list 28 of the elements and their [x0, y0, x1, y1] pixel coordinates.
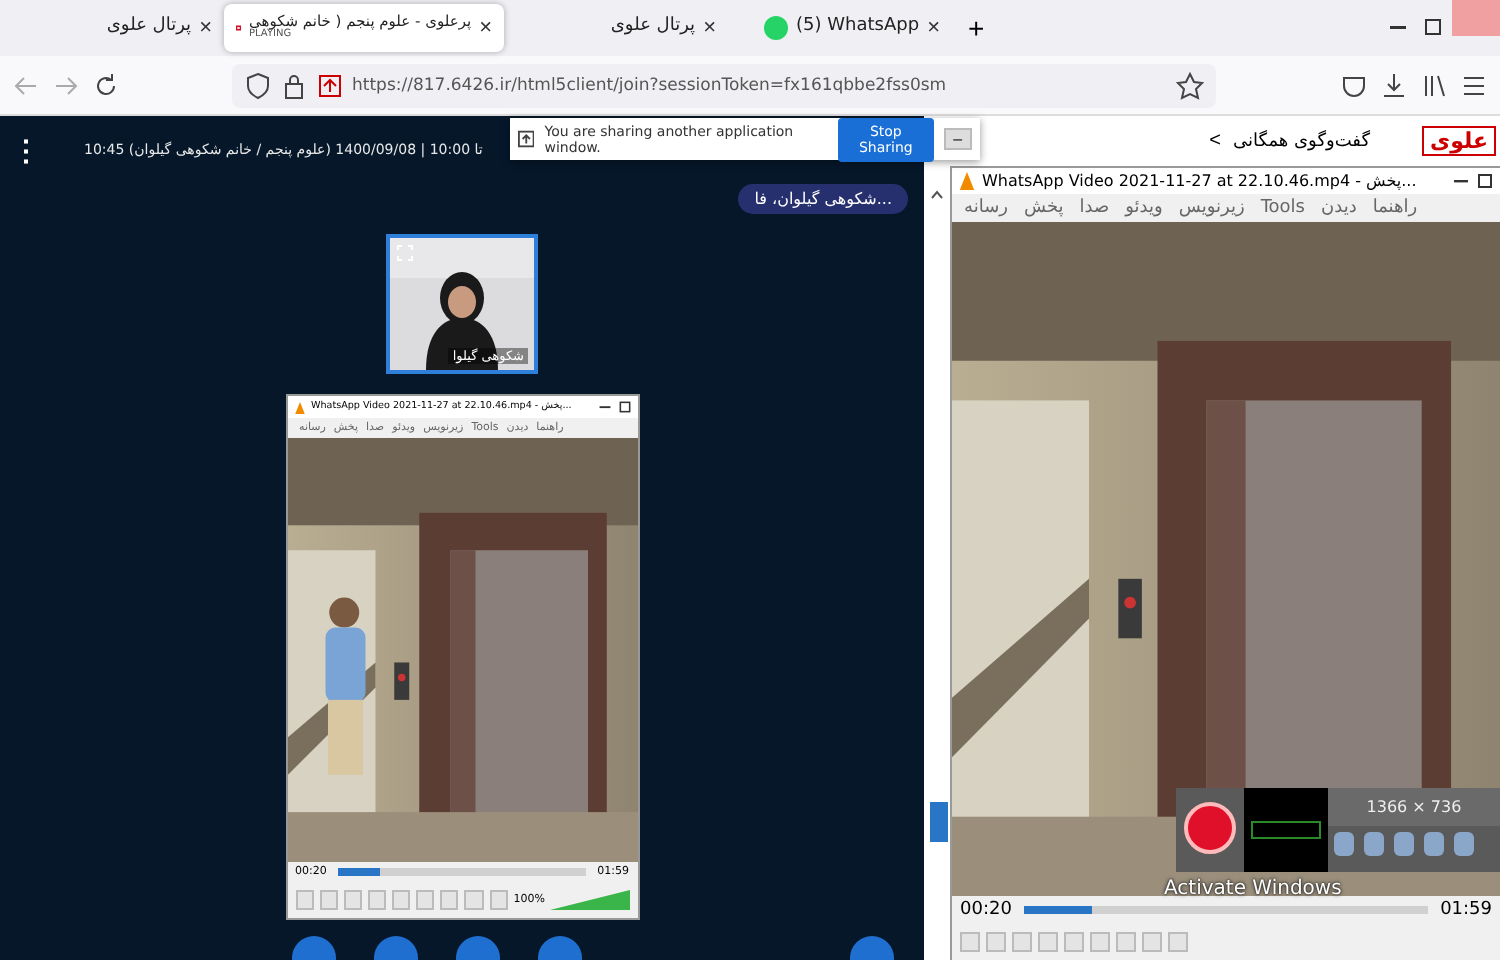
talking-indicator: شکوهی گیلوان، فا...: [738, 184, 908, 214]
player-title: WhatsApp Video 2021-11-27 at 22.10.46.mp4 - پخش...: [982, 172, 1419, 190]
menu-item[interactable]: ویدئو: [1125, 198, 1163, 218]
menu-item[interactable]: زیرنویس: [1178, 198, 1245, 218]
menu-item[interactable]: صدا: [1079, 198, 1110, 218]
menu-item[interactable]: رسانه: [964, 198, 1008, 218]
total-time: 01:59: [1440, 900, 1492, 920]
elapsed-time: 00:20: [960, 900, 1012, 920]
menu-item[interactable]: Tools: [1260, 198, 1305, 218]
resolution-text: 1366 × 736: [1328, 788, 1500, 826]
tab-title: پرتال علوی: [610, 18, 696, 38]
menu-item[interactable]: راهنما: [1372, 198, 1418, 218]
browser-tab[interactable]: (5) WhatsApp ×: [728, 0, 952, 56]
browser-tab[interactable]: پرتال علوی ×: [0, 0, 224, 56]
chat-title: گفت‌وگوی همگانی: [1232, 131, 1371, 151]
url-text: https://817.6426.ir/html5client/join?sessionToken=fx161qbbe2fss0sm: [352, 75, 947, 95]
tab-title: پرتال علوی: [106, 18, 192, 38]
address-field[interactable]: https://817.6426.ir/html5client/join?sessionToken=fx161qbbe2fss0sm: [232, 63, 1216, 107]
menu-item[interactable]: دیدن: [1321, 198, 1357, 218]
options-button[interactable]: ⋮: [12, 134, 40, 166]
menu-item[interactable]: پخش: [1023, 198, 1064, 218]
browser-tab[interactable]: پرتال علوی ×: [504, 0, 728, 56]
new-tab-button[interactable]: +: [952, 0, 1001, 56]
back-button[interactable]: <: [1209, 130, 1221, 152]
logo: علوی: [1422, 126, 1496, 156]
activation-notice: Activate Windows: [1164, 878, 1342, 900]
tab-title: (5) WhatsApp: [796, 18, 920, 38]
minimize-button[interactable]: –: [943, 128, 973, 150]
